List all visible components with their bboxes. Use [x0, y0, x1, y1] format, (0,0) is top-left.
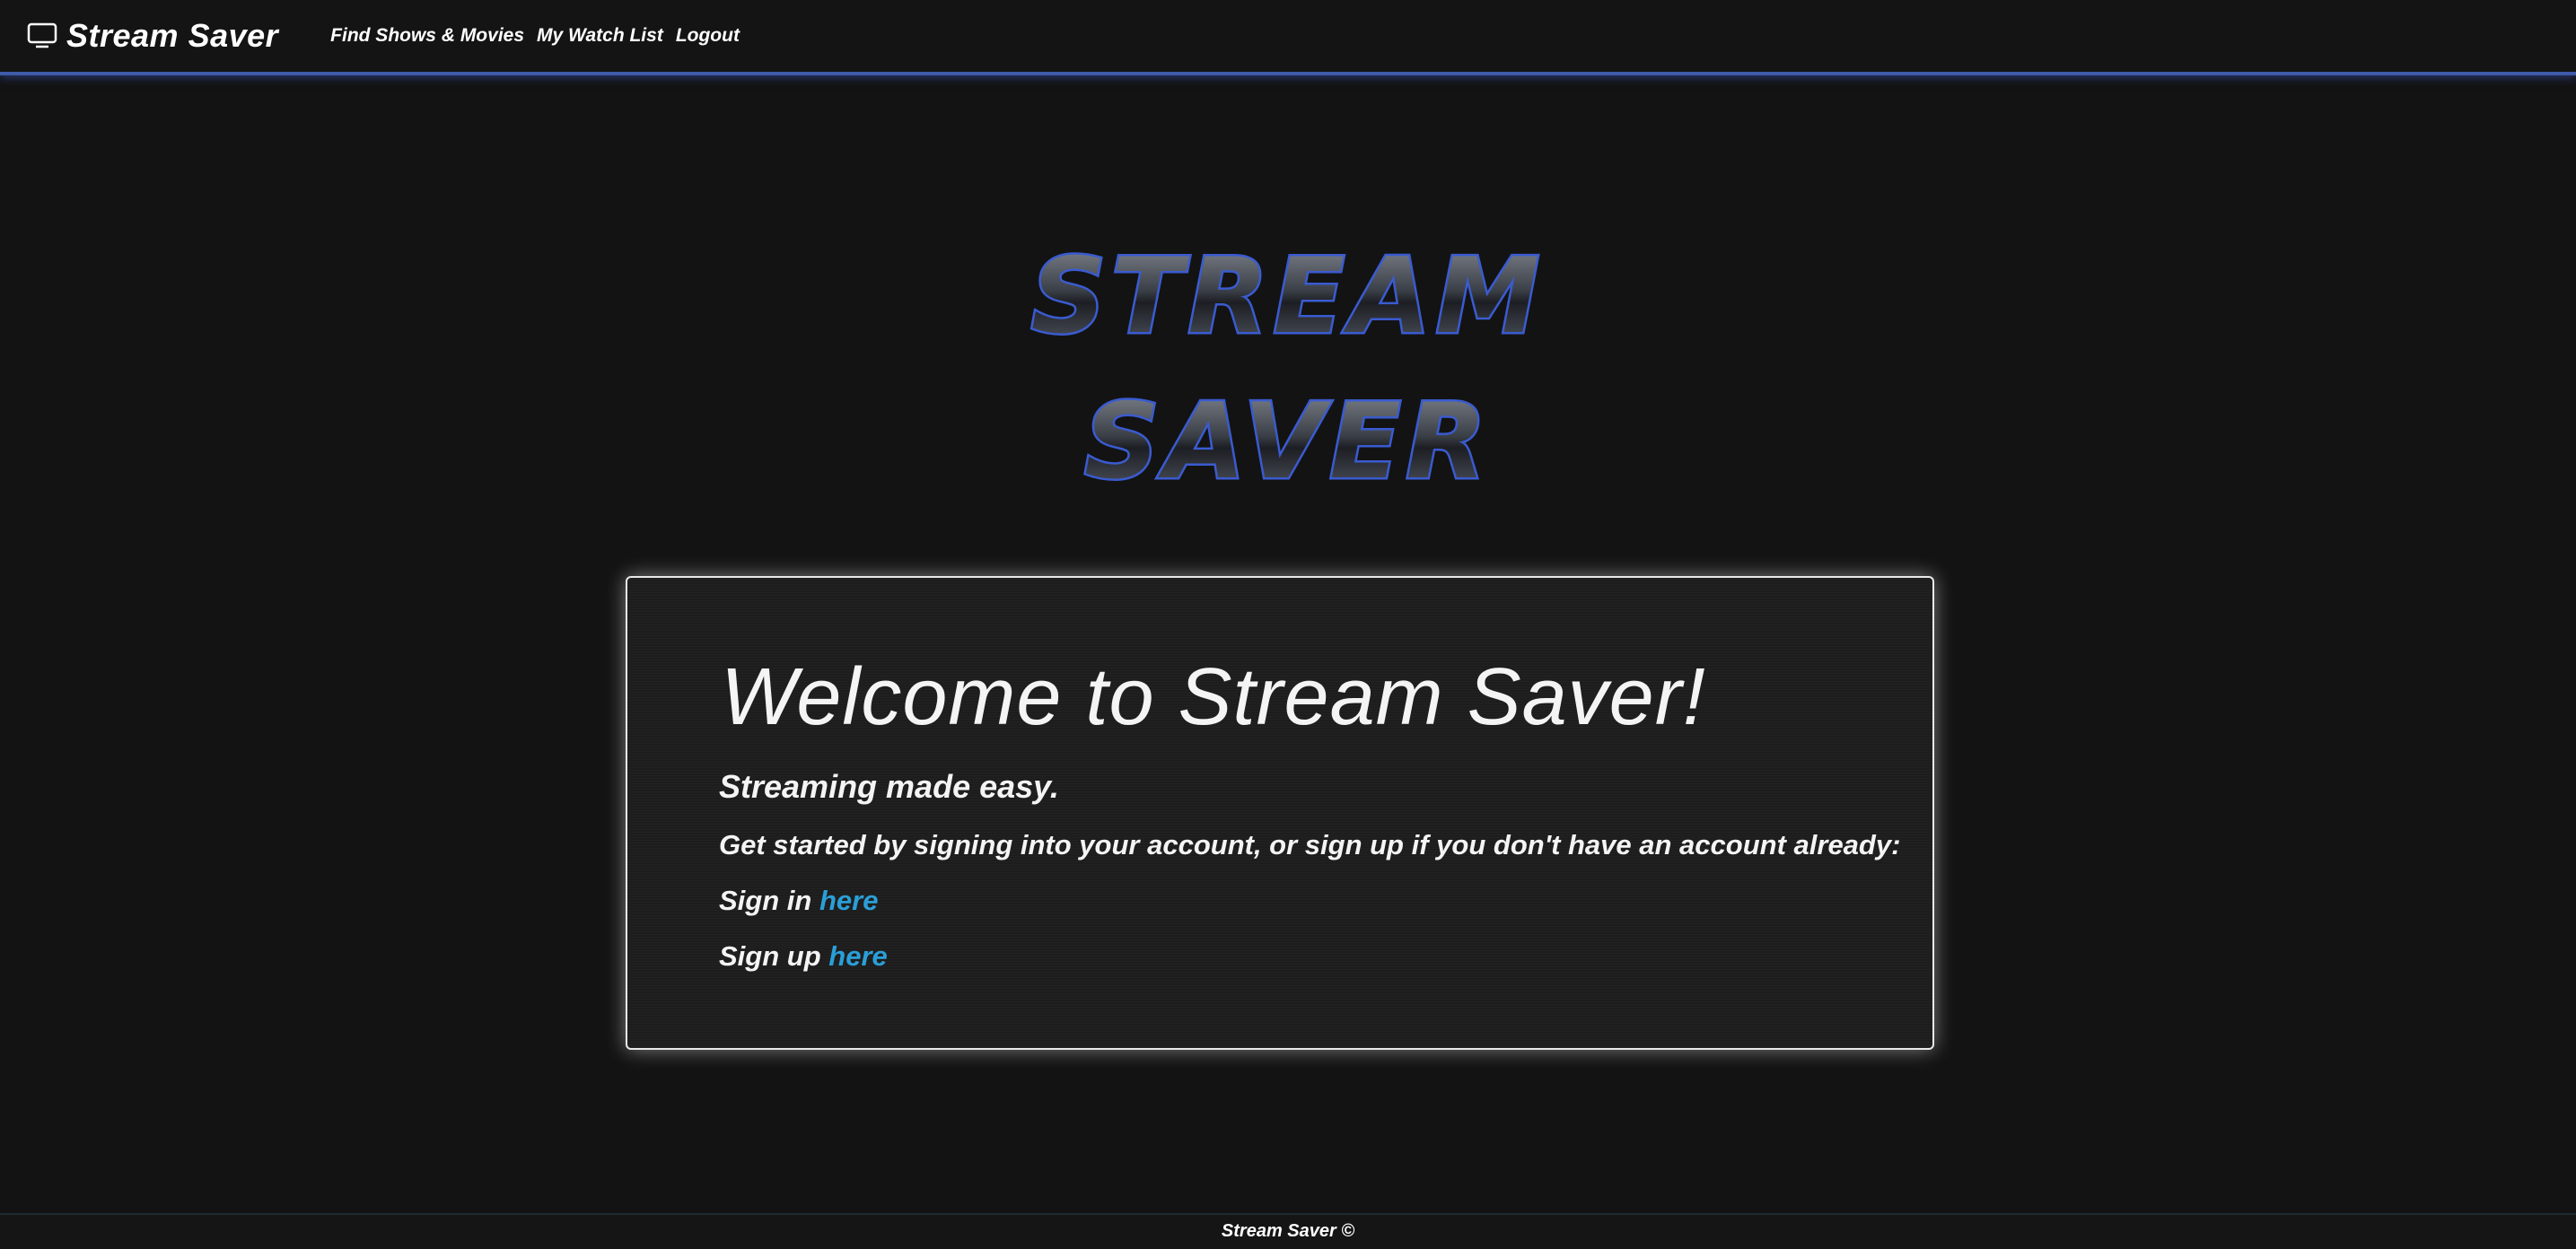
welcome-card: Welcome to Stream Saver! Streaming made … — [626, 576, 1934, 1050]
signin-link[interactable]: here — [819, 885, 878, 916]
nav-links: Find Shows & Movies My Watch List Logout — [330, 25, 740, 47]
tv-icon — [27, 22, 57, 49]
top-navbar: Stream Saver Find Shows & Movies My Watc… — [0, 0, 2576, 75]
hero-logo-wordmark: STREAM SAVER — [1029, 235, 1545, 504]
signup-row: Sign up here — [719, 940, 888, 973]
brand-home-link[interactable]: Stream Saver — [27, 17, 278, 55]
tagline: Streaming made easy. — [719, 768, 1059, 805]
hero-logo: STREAM SAVER — [0, 235, 2576, 504]
signup-label: Sign up — [719, 940, 821, 972]
brand-name: Stream Saver — [66, 17, 279, 54]
nav-find-shows-movies[interactable]: Find Shows & Movies — [330, 25, 524, 47]
signin-label: Sign in — [719, 885, 812, 916]
nav-logout[interactable]: Logout — [676, 25, 740, 47]
welcome-title: Welcome to Stream Saver! — [721, 652, 1706, 742]
logo-line-1: STREAM — [1031, 236, 1545, 357]
footer: Stream Saver © — [0, 1213, 2576, 1249]
intro-text: Get started by signing into your account… — [719, 829, 1901, 860]
logo-line-2: SAVER — [1084, 381, 1492, 502]
nav-my-watch-list[interactable]: My Watch List — [537, 25, 663, 47]
footer-text: Stream Saver © — [1221, 1221, 1355, 1241]
signin-row: Sign in here — [719, 885, 878, 917]
signup-link[interactable]: here — [828, 940, 887, 972]
